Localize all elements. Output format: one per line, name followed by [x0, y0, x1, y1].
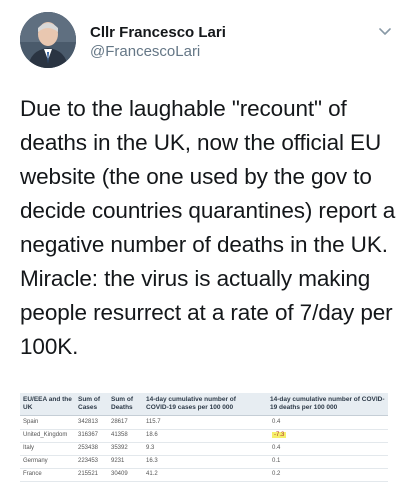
table-header: EU/EEA and the UK Sum of Cases Sum of De…: [20, 393, 388, 416]
table-cell: 0.4: [272, 419, 281, 425]
column-header-country: EU/EEA and the UK: [23, 396, 72, 411]
table-cell: Italy: [23, 445, 35, 451]
table-row: Italy 253438 35392 9.3 0.4: [20, 442, 388, 456]
display-name[interactable]: Cllr Francesco Lari: [90, 24, 226, 41]
table-cell: 316367: [78, 432, 99, 438]
table-cell: Spain: [23, 419, 39, 425]
column-header-deaths: Sum of Deaths: [111, 396, 134, 411]
user-handle[interactable]: @FrancescoLari: [90, 43, 200, 60]
table-cell: 0.4: [272, 445, 281, 451]
table-cell: 9.3: [146, 445, 155, 451]
table-cell: 18.6: [146, 432, 158, 438]
table-row: Spain 342813 28617 115.7 0.4: [20, 416, 388, 430]
table-cell: Germany: [23, 458, 48, 464]
table-row: Germany 223453 9231 16.3 0.1: [20, 455, 388, 469]
column-header-cases: Sum of Cases: [78, 396, 101, 411]
attached-image-table[interactable]: EU/EEA and the UK Sum of Cases Sum of De…: [20, 393, 388, 485]
avatar[interactable]: [20, 12, 76, 68]
table-cell: 16.3: [146, 458, 158, 464]
chevron-down-icon[interactable]: [376, 22, 394, 40]
table-cell: France: [23, 471, 42, 477]
column-header-deaths-per-100k: 14-day cumulative number of COVID-19 dea…: [270, 396, 385, 411]
tweet-header: Cllr Francesco Lari @FrancescoLari: [20, 12, 400, 72]
table-cell: 41358: [111, 432, 128, 438]
table-row: United_Kingdom 316367 41358 18.6 -7.3: [20, 429, 388, 443]
tweet-card: Cllr Francesco Lari @FrancescoLari Due t…: [0, 0, 408, 500]
table-cell: United_Kingdom: [23, 432, 68, 438]
table-cell: 342813: [78, 419, 99, 425]
table-cell: 30409: [111, 471, 128, 477]
table-cell: 0.2: [272, 471, 281, 477]
table-cell: 223453: [78, 458, 99, 464]
table-cell: 0.1: [272, 458, 281, 464]
table-cell: 28617: [111, 419, 128, 425]
table-cell: 35392: [111, 445, 128, 451]
avatar-image: [20, 12, 76, 68]
column-header-cases-per-100k: 14-day cumulative number of COVID-19 cas…: [146, 396, 236, 411]
table-cell: 253438: [78, 445, 99, 451]
table-cell: 215521: [78, 471, 99, 477]
tweet-text: Due to the laughable "recount" of deaths…: [20, 96, 396, 359]
highlighted-negative-value: -7.3: [272, 432, 287, 438]
table-row: France 215521 30409 41.2 0.2: [20, 468, 388, 482]
table-cell: 9231: [111, 458, 125, 464]
table-cell: 115.7: [146, 419, 161, 425]
table-cell: 41.2: [146, 471, 158, 477]
